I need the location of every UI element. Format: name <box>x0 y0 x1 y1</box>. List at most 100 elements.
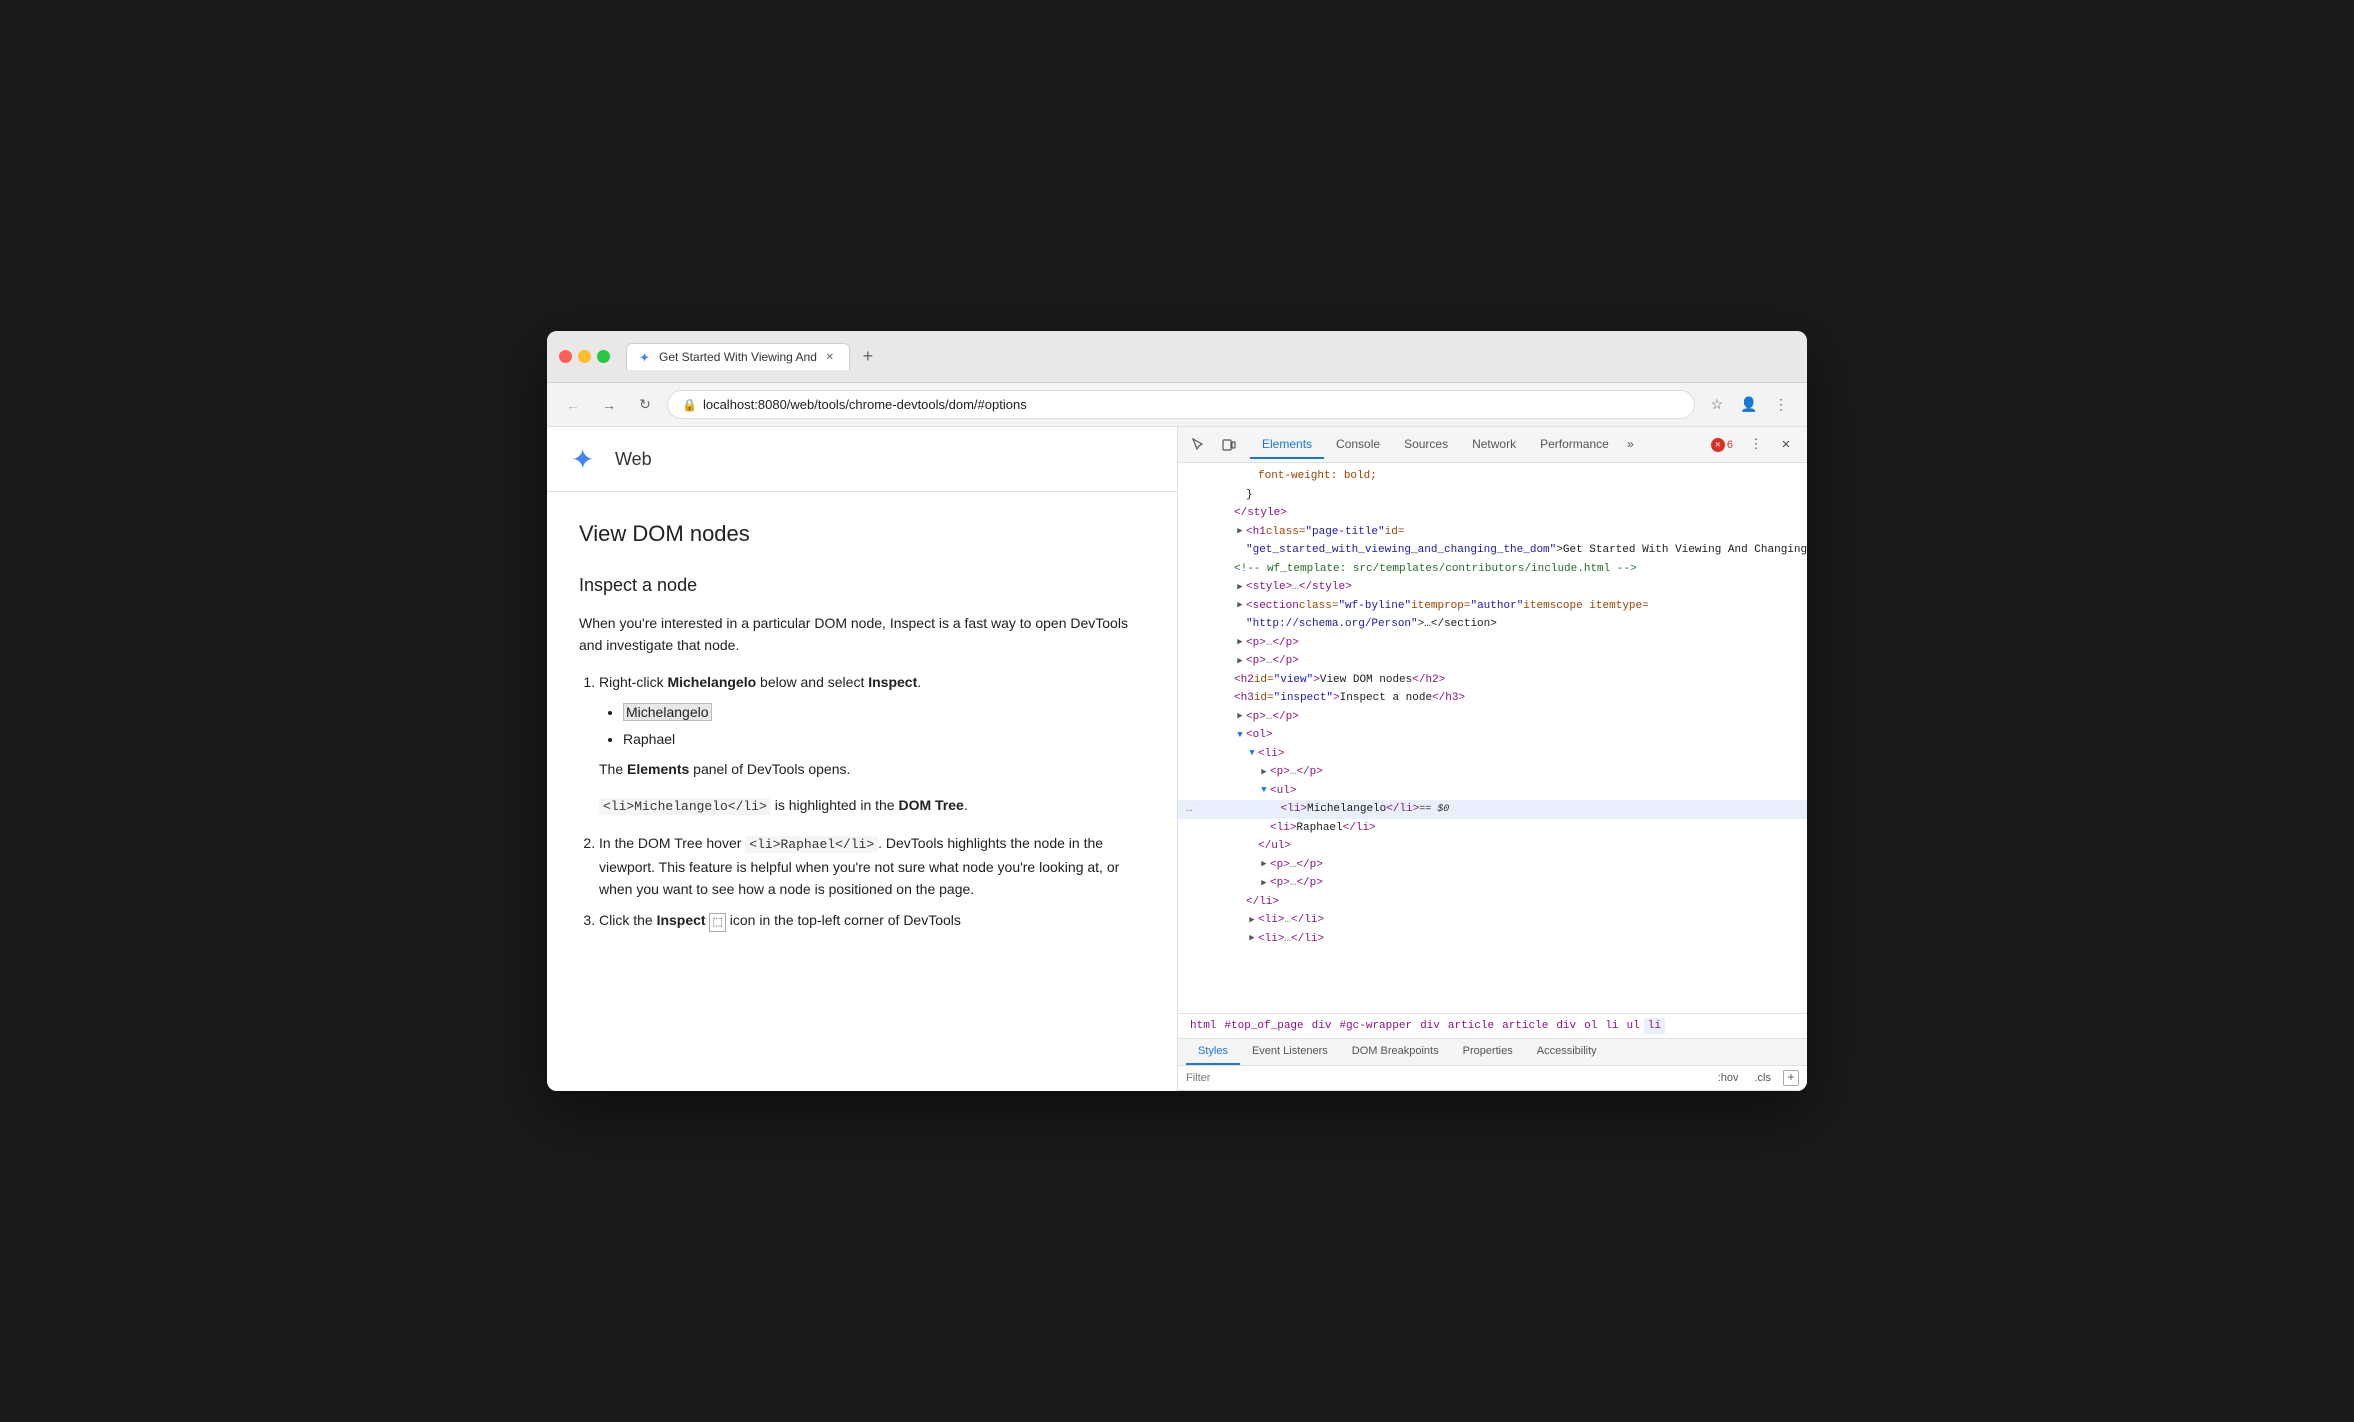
breadcrumb-div2[interactable]: div <box>1416 1018 1444 1034</box>
tab-sources[interactable]: Sources <box>1392 431 1460 459</box>
dom-line[interactable]: font-weight: bold; <box>1178 467 1807 486</box>
dom-line[interactable]: ▶ <h1 class="page-title" id= <box>1178 523 1807 542</box>
breadcrumb-gc-wrapper[interactable]: #gc-wrapper <box>1335 1018 1416 1034</box>
refresh-button[interactable]: ↻ <box>631 391 659 419</box>
dom-line[interactable]: ▶ <p> … </p> <box>1178 634 1807 653</box>
tab-properties[interactable]: Properties <box>1451 1039 1525 1065</box>
tab-styles[interactable]: Styles <box>1186 1039 1240 1065</box>
instruction-3: Click the Inspect ⬚ icon in the top-left… <box>599 909 1145 933</box>
tab-dom-breakpoints[interactable]: DOM Breakpoints <box>1340 1039 1451 1065</box>
dom-line[interactable]: ▶ <li> … </li> <box>1178 911 1807 930</box>
new-tab-button[interactable]: + <box>854 343 882 371</box>
dom-line[interactable]: ▶ <p> … </p> <box>1178 856 1807 875</box>
page-body: View DOM nodes Inspect a node When you'r… <box>547 492 1177 970</box>
devtools-close-button[interactable]: ✕ <box>1773 432 1799 458</box>
breadcrumb-div1[interactable]: div <box>1308 1018 1336 1034</box>
dom-line[interactable]: "http://schema.org/Person">…</section> <box>1178 615 1807 634</box>
breadcrumb-article2[interactable]: article <box>1498 1018 1552 1034</box>
breadcrumb-ul[interactable]: ul <box>1623 1018 1644 1034</box>
breadcrumb-article1[interactable]: article <box>1444 1018 1498 1034</box>
bookmark-icon[interactable]: ☆ <box>1703 391 1731 419</box>
dom-line[interactable]: <!-- wf_template: src/templates/contribu… <box>1178 560 1807 579</box>
dom-line[interactable]: </ul> <box>1178 837 1807 856</box>
devtools-panel: Elements Console Sources Network Perform… <box>1177 427 1807 1091</box>
instructions-list: Right-click Michelangelo below and selec… <box>579 671 1145 933</box>
error-badge: ✕ 6 <box>1705 436 1739 454</box>
bottom-panel-tabs: Styles Event Listeners DOM Breakpoints P… <box>1178 1039 1807 1066</box>
dom-line[interactable]: ▶ <style> … </style> <box>1178 578 1807 597</box>
tab-favicon-icon: ✦ <box>639 350 653 364</box>
dom-line[interactable]: ▼ <ul> <box>1178 782 1807 801</box>
list-item-raphael: Raphael <box>623 728 1145 750</box>
maximize-traffic-light[interactable] <box>597 350 610 363</box>
tab-event-listeners[interactable]: Event Listeners <box>1240 1039 1340 1065</box>
menu-icon[interactable]: ⋮ <box>1767 391 1795 419</box>
lock-icon: 🔒 <box>682 398 697 412</box>
dom-line-raphael[interactable]: <li>Raphael</li> <box>1178 819 1807 838</box>
address-bar: ← → ↻ 🔒 localhost:8080/web/tools/chrome-… <box>547 383 1807 427</box>
breadcrumb-div3[interactable]: div <box>1552 1018 1580 1034</box>
error-icon: ✕ <box>1711 438 1725 452</box>
devtools-breadcrumb: html #top_of_page div #gc-wrapper div ar… <box>1178 1013 1807 1039</box>
device-toolbar-icon[interactable] <box>1216 432 1242 458</box>
tab-console[interactable]: Console <box>1324 431 1392 459</box>
dom-line[interactable]: "get_started_with_viewing_and_changing_t… <box>1178 541 1807 560</box>
active-tab[interactable]: ✦ Get Started With Viewing And ✕ <box>626 343 850 370</box>
tab-network[interactable]: Network <box>1460 431 1528 459</box>
note-2: <li>Michelangelo</li> is highlighted in … <box>599 794 1145 818</box>
add-style-rule-button[interactable]: + <box>1783 1070 1799 1086</box>
dom-line[interactable]: } <box>1178 486 1807 505</box>
tab-title: Get Started With Viewing And <box>659 350 817 364</box>
breadcrumb-ol[interactable]: ol <box>1580 1018 1601 1034</box>
sub-list-1: Michelangelo Raphael <box>599 701 1145 750</box>
inspect-element-icon[interactable] <box>1186 432 1212 458</box>
tab-close-button[interactable]: ✕ <box>823 350 837 364</box>
url-bar[interactable]: 🔒 localhost:8080/web/tools/chrome-devtoo… <box>667 390 1695 419</box>
close-traffic-light[interactable] <box>559 350 572 363</box>
dom-line[interactable]: <h3 id="inspect" >Inspect a node</h3> <box>1178 689 1807 708</box>
dom-line-michelangelo[interactable]: … <li>Michelangelo</li> == $0 <box>1178 800 1807 819</box>
hov-filter-button[interactable]: :hov <box>1714 1070 1743 1086</box>
devtools-menu-button[interactable]: ⋮ <box>1743 432 1769 458</box>
dom-line[interactable]: ▶ <section class="wf-byline" itemprop="a… <box>1178 597 1807 616</box>
tab-accessibility[interactable]: Accessibility <box>1525 1039 1609 1065</box>
dom-line[interactable]: </style> <box>1178 504 1807 523</box>
tab-performance[interactable]: Performance <box>1528 431 1621 459</box>
page-heading: View DOM nodes <box>579 516 1145 551</box>
breadcrumb-li-selected[interactable]: li <box>1644 1018 1665 1034</box>
breadcrumb-li[interactable]: li <box>1601 1018 1622 1034</box>
note-1: The Elements panel of DevTools opens. <box>599 758 1145 780</box>
breadcrumb-top-of-page[interactable]: #top_of_page <box>1220 1018 1307 1034</box>
inspect-icon: ⬚ <box>709 913 725 933</box>
site-logo-icon: ✦ <box>571 443 603 475</box>
forward-button[interactable]: → <box>595 391 623 419</box>
filter-bar: :hov .cls + <box>1178 1066 1807 1091</box>
dom-line[interactable]: ▶ <p> … </p> <box>1178 708 1807 727</box>
dom-line[interactable]: ▶ <p> … </p> <box>1178 652 1807 671</box>
dom-line[interactable]: ▶ <li> … </li> <box>1178 930 1807 949</box>
dom-line[interactable]: ▶ <p> … </p> <box>1178 763 1807 782</box>
dom-line[interactable]: </li> <box>1178 893 1807 912</box>
profile-icon[interactable]: 👤 <box>1735 391 1763 419</box>
cls-filter-button[interactable]: .cls <box>1751 1070 1776 1086</box>
dom-line[interactable]: ▼ <ol> <box>1178 726 1807 745</box>
dom-line[interactable]: ▶ <p> … </p> <box>1178 874 1807 893</box>
page-paragraph1: When you're interested in a particular D… <box>579 612 1145 657</box>
devtools-toolbar: Elements Console Sources Network Perform… <box>1178 427 1807 463</box>
minimize-traffic-light[interactable] <box>578 350 591 363</box>
browser-window: ✦ Get Started With Viewing And ✕ + ← → ↻… <box>547 331 1807 1091</box>
tab-bar: ✦ Get Started With Viewing And ✕ + <box>626 343 1795 371</box>
site-name: Web <box>615 449 652 470</box>
dom-line[interactable]: ▼ <li> <box>1178 745 1807 764</box>
dom-tree[interactable]: font-weight: bold; } </style> ▶ <h1 <box>1178 463 1807 1013</box>
instruction-1: Right-click Michelangelo below and selec… <box>599 671 1145 818</box>
list-item-michelangelo: Michelangelo <box>623 701 1145 723</box>
tab-elements[interactable]: Elements <box>1250 431 1324 459</box>
breadcrumb-html[interactable]: html <box>1186 1018 1220 1034</box>
back-button[interactable]: ← <box>559 391 587 419</box>
dom-line[interactable]: <h2 id="view" >View DOM nodes</h2> <box>1178 671 1807 690</box>
devtools-more-button[interactable]: » <box>1621 434 1640 456</box>
instruction-2: In the DOM Tree hover <li>Raphael</li>. … <box>599 832 1145 901</box>
filter-input[interactable] <box>1186 1072 1706 1084</box>
main-area: ✦ Web View DOM nodes Inspect a node When… <box>547 427 1807 1091</box>
